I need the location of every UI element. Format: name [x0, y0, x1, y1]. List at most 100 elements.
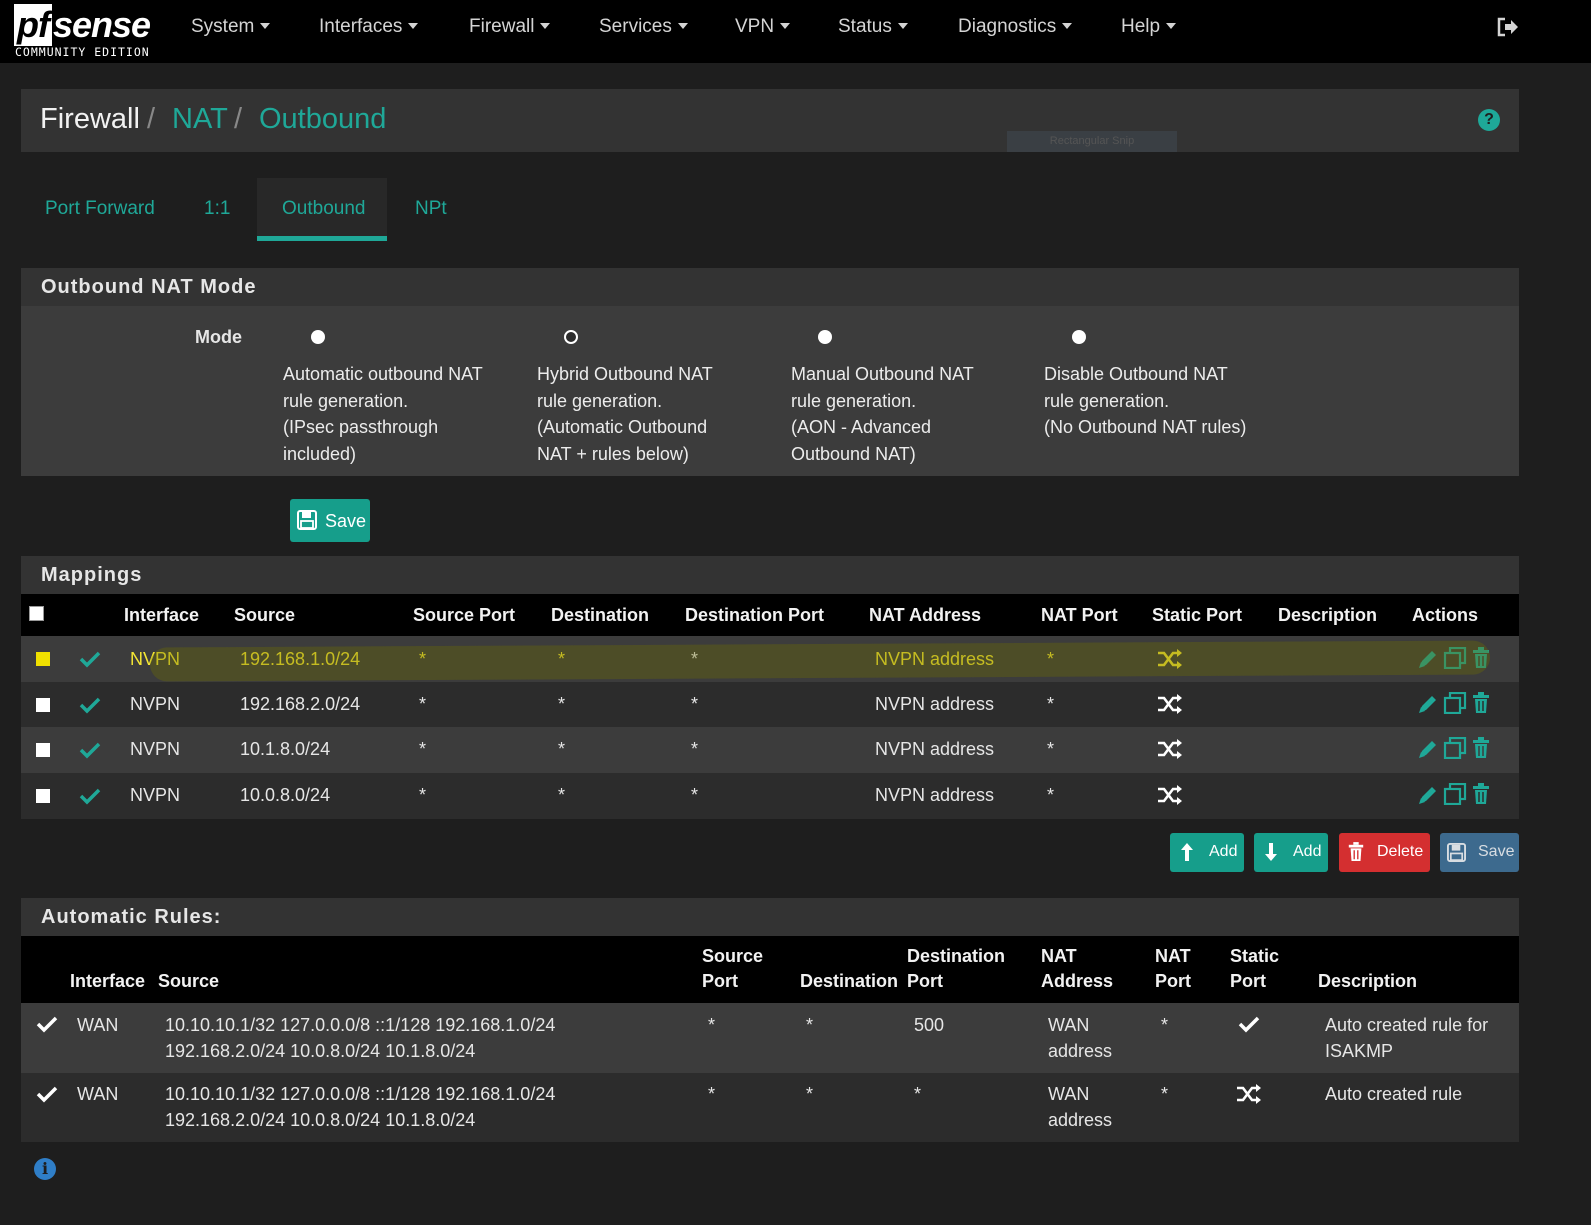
mappings-save-button[interactable]: Save	[1440, 833, 1519, 872]
mode-option-hybrid: Hybrid Outbound NAT rule generation. (Au…	[537, 364, 713, 464]
trash-icon[interactable]	[1471, 783, 1491, 805]
col-nat-port[interactable]: NAT Port	[1155, 944, 1191, 994]
col-nat-address[interactable]: NAT Address	[869, 603, 981, 628]
trash-icon[interactable]	[1471, 692, 1491, 714]
logout-icon[interactable]	[1496, 16, 1520, 38]
col-source[interactable]: Source	[234, 603, 295, 628]
nav-help[interactable]: Help	[1121, 16, 1177, 38]
mode-option-automatic: Automatic outbound NAT rule generation. …	[283, 364, 483, 464]
tab-one-to-one[interactable]: 1:1	[204, 198, 230, 220]
shuffle-icon	[1158, 739, 1182, 759]
table-row[interactable]: NVPN 192.168.2.0/24 * * * NVPN address *	[21, 682, 1519, 727]
nav-firewall[interactable]: Firewall	[469, 16, 551, 38]
edit-pencil-icon[interactable]	[1417, 784, 1437, 806]
nav-status[interactable]: Status	[838, 16, 908, 38]
cell-source-port: *	[419, 694, 427, 714]
cell-source: 10.10.10.1/32 127.0.0.0/8 ::1/128 192.16…	[165, 1084, 556, 1130]
cell-source-port: *	[419, 785, 427, 805]
trash-icon[interactable]	[1471, 737, 1491, 759]
delete-button[interactable]: Delete	[1339, 833, 1430, 872]
mode-radio-hybrid[interactable]	[564, 330, 578, 344]
cell-source: 192.168.2.0/24	[240, 694, 361, 714]
col-static-port[interactable]: Static Port	[1230, 944, 1279, 994]
marker-highlight	[149, 640, 1491, 682]
mode-radio-manual[interactable]	[818, 330, 832, 344]
col-interface[interactable]: Interface	[124, 603, 199, 628]
col-nat-port[interactable]: NAT Port	[1041, 603, 1118, 628]
cell-nat-address: WAN address	[1048, 1084, 1113, 1130]
cell-nat-port: *	[1161, 1015, 1169, 1035]
row-checkbox[interactable]	[36, 743, 50, 757]
table-row[interactable]: NVPN 10.1.8.0/24 * * * NVPN address *	[21, 727, 1519, 773]
breadcrumb-outbound[interactable]: Outbound	[259, 103, 386, 136]
col-description[interactable]: Description	[1318, 969, 1417, 994]
col-nat-address[interactable]: NAT Address	[1041, 944, 1113, 994]
copy-icon[interactable]	[1443, 737, 1467, 759]
nav-diagnostics[interactable]: Diagnostics	[958, 16, 1073, 38]
add-bottom-button[interactable]: Add	[1254, 833, 1328, 872]
col-source-port[interactable]: Source Port	[413, 603, 515, 628]
pfsense-logo[interactable]: pf sense COMMUNITY EDITION	[14, 4, 164, 60]
breadcrumb-separator: /	[147, 103, 156, 135]
copy-icon[interactable]	[1443, 783, 1467, 805]
arrow-up-icon	[1181, 843, 1193, 861]
tab-npt[interactable]: NPt	[415, 198, 447, 220]
cell-destination: *	[558, 785, 566, 805]
mode-radio-automatic[interactable]	[311, 330, 325, 344]
cell-destination: *	[558, 739, 566, 759]
trash-icon	[1348, 842, 1364, 861]
enabled-check-icon[interactable]	[79, 787, 101, 805]
col-source-port[interactable]: Source Port	[702, 944, 763, 994]
tab-port-forward[interactable]: Port Forward	[45, 198, 155, 220]
cell-nat-port: *	[1161, 1084, 1169, 1104]
caret-down-icon	[1166, 23, 1177, 29]
nav-services[interactable]: Services	[599, 16, 688, 38]
edit-pencil-icon[interactable]	[1417, 738, 1437, 760]
col-destination-port[interactable]: Destination Port	[685, 603, 824, 628]
enabled-check-icon	[36, 1016, 58, 1033]
nav-system[interactable]: System	[191, 16, 271, 38]
copy-icon[interactable]	[1443, 692, 1467, 714]
edit-pencil-icon[interactable]	[1417, 693, 1437, 715]
cell-nat-address: NVPN address	[875, 694, 995, 714]
cell-nat-address: NVPN address	[875, 785, 995, 805]
info-icon[interactable]: i	[34, 1158, 56, 1180]
select-all-checkbox[interactable]	[29, 606, 44, 621]
nav-interfaces[interactable]: Interfaces	[319, 16, 419, 38]
table-row: WAN 10.10.10.1/32 127.0.0.0/8 ::1/128 19…	[21, 1073, 1519, 1142]
row-checkbox[interactable]	[36, 652, 50, 666]
cell-destination-port: *	[691, 739, 699, 759]
mode-radio-disable[interactable]	[1072, 330, 1086, 344]
row-checkbox[interactable]	[36, 789, 50, 803]
cell-nat-port: *	[1047, 694, 1055, 714]
page-header: Firewall / NAT / Outbound Rectangular Sn…	[21, 89, 1519, 152]
nav-vpn[interactable]: VPN	[735, 16, 791, 38]
col-static-port[interactable]: Static Port	[1152, 603, 1242, 628]
col-source[interactable]: Source	[158, 969, 219, 994]
col-description[interactable]: Description	[1278, 603, 1377, 628]
breadcrumb-nat[interactable]: NAT	[172, 103, 228, 136]
cell-interface: WAN	[77, 1084, 119, 1104]
col-destination[interactable]: Destination	[551, 603, 649, 628]
caret-down-icon	[897, 23, 908, 29]
mode-save-button[interactable]: Save	[290, 499, 370, 542]
col-destination-port[interactable]: Destination Port	[907, 944, 1005, 994]
col-destination[interactable]: Destination	[800, 969, 898, 994]
breadcrumb-firewall: Firewall	[40, 103, 140, 135]
mode-option-disable: Disable Outbound NAT rule generation. (N…	[1044, 364, 1247, 437]
breadcrumb-separator: /	[234, 103, 243, 135]
help-icon[interactable]: ?	[1478, 109, 1500, 131]
enabled-check-icon[interactable]	[79, 696, 101, 714]
col-interface[interactable]: Interface	[70, 969, 145, 994]
automatic-rules-title: Automatic Rules:	[21, 898, 1519, 936]
row-checkbox[interactable]	[36, 698, 50, 712]
tab-outbound[interactable]: Outbound	[282, 198, 365, 220]
add-top-button[interactable]: Add	[1170, 833, 1244, 872]
table-row[interactable]: NVPN 10.0.8.0/24 * * * NVPN address *	[21, 773, 1519, 819]
cell-destination-port: *	[691, 694, 699, 714]
enabled-check-icon[interactable]	[79, 650, 101, 668]
enabled-check-icon[interactable]	[79, 741, 101, 759]
cell-source: 10.1.8.0/24	[240, 739, 331, 759]
caret-down-icon	[540, 23, 551, 29]
cell-destination: *	[806, 1015, 814, 1035]
